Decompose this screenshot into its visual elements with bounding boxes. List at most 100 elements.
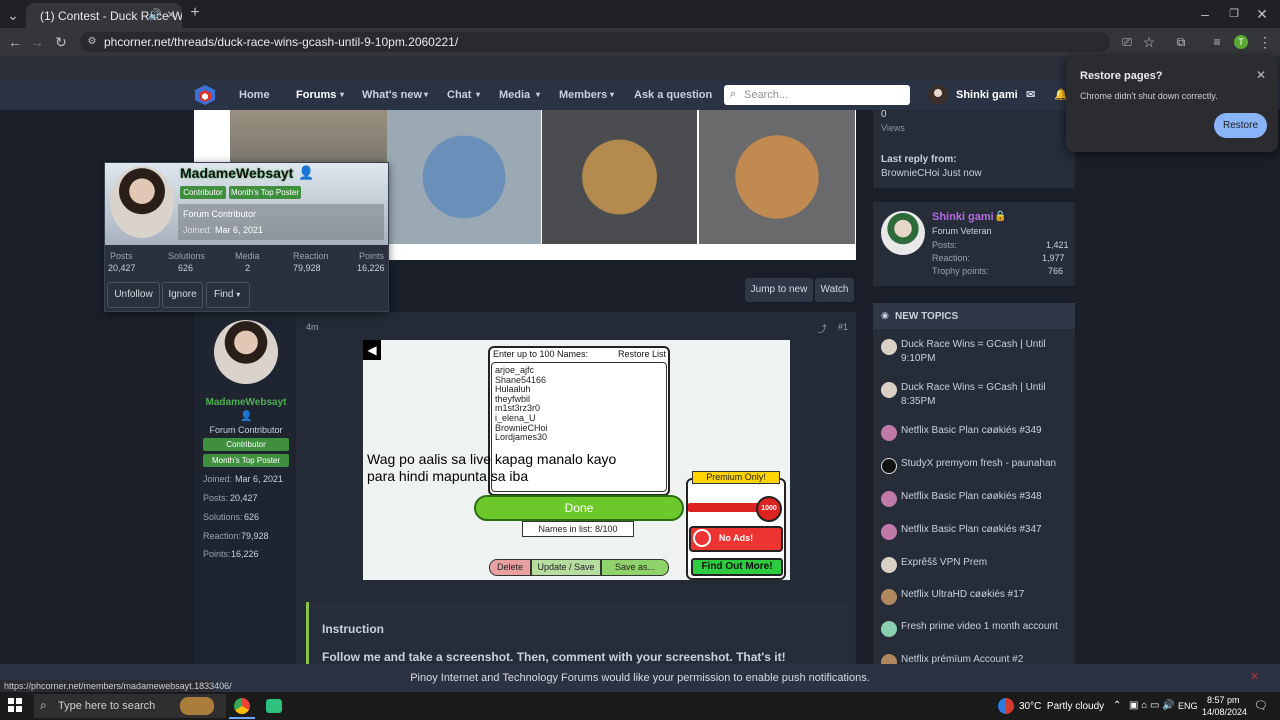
topic-avatar[interactable] (881, 382, 897, 398)
nav-username[interactable]: Shinki gami (956, 89, 1018, 101)
clock-date[interactable]: 14/08/2024 (1202, 707, 1247, 717)
chevron-down-icon[interactable]: ▾ (340, 90, 344, 99)
bookmark-star-icon[interactable]: ☆ (1140, 32, 1158, 52)
topic-avatar[interactable] (881, 425, 897, 441)
close-icon[interactable]: ✕ (1250, 670, 1259, 683)
topic-link[interactable]: Duck Race Wins = GCash | Until 8:35PM (901, 381, 1069, 409)
search-input[interactable]: Search... (724, 85, 910, 105)
topic-link[interactable]: Netflix Basic Plan cøøkiés #349 (901, 424, 1069, 438)
profile-name[interactable]: Shinki gami (932, 211, 994, 223)
topic-avatar[interactable] (881, 458, 897, 474)
weather-text[interactable]: 30°C Partly cloudy (1019, 701, 1104, 712)
topic-link[interactable]: Netflix Basic Plan cøøkiés #348 (901, 490, 1069, 504)
back-arrow-icon[interactable]: ◀ (363, 340, 381, 360)
chevron-down-icon[interactable]: ▾ (476, 90, 480, 99)
chrome-taskbar-icon[interactable] (234, 698, 250, 714)
nav-home[interactable]: Home (239, 89, 270, 101)
cast-icon[interactable]: ⎚ (1118, 32, 1136, 52)
close-window-icon[interactable]: ✕ (1252, 4, 1272, 24)
add-user-icon[interactable]: 👤 (240, 411, 252, 422)
site-logo[interactable] (194, 84, 216, 106)
nav-chat[interactable]: Chat (447, 89, 471, 101)
topic-avatar[interactable] (881, 524, 897, 540)
chars-badge: 1000 (756, 496, 782, 522)
extensions-icon[interactable]: ⧉ (1172, 32, 1190, 52)
ignore-button[interactable]: Ignore (162, 282, 203, 308)
nav-forums[interactable]: Forums (296, 89, 336, 101)
topic-link[interactable]: Fresh prime video 1 month account (901, 620, 1069, 634)
attachment-image[interactable] (387, 110, 541, 244)
language-indicator[interactable]: ENG (1178, 701, 1198, 711)
attachment-image[interactable] (542, 110, 697, 244)
tray-chevron-icon[interactable]: ⌃ (1113, 700, 1121, 711)
post-username[interactable]: MadameWebsayt (194, 397, 298, 408)
nav-ask-question[interactable]: Ask a question (634, 89, 712, 101)
nav-members[interactable]: Members (559, 89, 607, 101)
topic-avatar[interactable] (881, 339, 897, 355)
find-out-more-button[interactable]: Find Out More! (691, 558, 783, 576)
topic-link[interactable]: Netflix prémïum Account #2 (901, 653, 1069, 664)
windows-start-icon[interactable] (8, 698, 22, 712)
topic-link[interactable]: Netflix UltraHD cøøkiés #17 (901, 588, 1069, 602)
delete-button[interactable]: Delete (489, 559, 531, 576)
address-input[interactable]: phcorner.net/threads/duck-race-wins-gcas… (80, 32, 1110, 52)
done-button[interactable]: Done (474, 495, 684, 521)
restore-button[interactable]: Restore (1214, 113, 1267, 138)
media-controls-icon[interactable]: ≡ (1208, 32, 1226, 52)
add-user-icon[interactable]: 👤 (298, 165, 314, 181)
close-icon[interactable]: ✕ (1256, 68, 1266, 82)
share-icon[interactable]: ⤴ (818, 322, 827, 335)
nav-whats-new[interactable]: What's new (362, 89, 422, 101)
last-reply-value[interactable]: BrownieCHoi Just now (881, 168, 982, 179)
mail-icon[interactable]: ✉ (1026, 88, 1035, 101)
site-info-icon[interactable]: ⚙ (84, 32, 100, 52)
chevron-down-icon: ▾ (236, 290, 241, 299)
chevron-down-icon[interactable]: ▾ (610, 90, 614, 99)
post-time[interactable]: 4m (306, 322, 319, 332)
nav-media[interactable]: Media (499, 89, 530, 101)
topic-link[interactable]: Netflix Basic Plan cøøkiés #347 (901, 523, 1069, 537)
forward-icon[interactable]: → (28, 32, 46, 52)
topic-avatar[interactable] (881, 621, 897, 637)
topic-link[interactable]: Duck Race Wins = GCash | Until 9:10PM (901, 338, 1069, 366)
tray-icons[interactable]: ▣ ⌂ ▭ 🔊 (1129, 700, 1175, 711)
post-number[interactable]: #1 (838, 322, 848, 332)
tooltip-stat-value: 2 (245, 263, 251, 273)
save-as-button[interactable]: Save as... (601, 559, 669, 576)
profile-avatar-large[interactable] (881, 211, 925, 255)
topic-avatar[interactable] (881, 491, 897, 507)
post-avatar[interactable] (214, 320, 278, 384)
topic-avatar[interactable] (881, 557, 897, 573)
topic-link[interactable]: StudyX premyom fresh - paunahan (901, 457, 1069, 471)
attachment-image[interactable] (699, 110, 855, 244)
user-avatar[interactable] (928, 85, 948, 105)
speaker-icon[interactable]: 🔊 (148, 5, 162, 25)
new-tab-icon[interactable]: + (186, 3, 204, 23)
reload-icon[interactable]: ↻ (52, 32, 70, 52)
clock-time[interactable]: 8:57 pm (1207, 695, 1240, 705)
tooltip-avatar[interactable] (110, 166, 174, 238)
tab-list-icon[interactable]: ⌄ (4, 5, 22, 23)
unfollow-button[interactable]: Unfollow (107, 282, 160, 308)
restore-window-icon[interactable]: ❐ (1224, 4, 1244, 24)
update-save-button[interactable]: Update / Save (531, 559, 601, 576)
back-icon[interactable]: ← (6, 32, 24, 52)
restore-list-button[interactable]: Restore List (618, 349, 666, 359)
profile-avatar[interactable]: T (1234, 35, 1248, 49)
profile-stat-label: Trophy points: (932, 266, 989, 276)
topic-link[interactable]: Exprêšš VPN Prem (901, 556, 1069, 570)
chevron-down-icon[interactable]: ▾ (424, 90, 428, 99)
weather-icon[interactable] (998, 698, 1014, 714)
watch-button[interactable]: Watch (815, 278, 854, 302)
find-button[interactable]: Find ▾ (206, 282, 250, 308)
jump-to-new-button[interactable]: Jump to new (745, 278, 813, 302)
tooltip-username[interactable]: MadameWebsayt (180, 165, 293, 181)
minimize-icon[interactable]: – (1195, 4, 1215, 24)
menu-icon[interactable]: ⋮ (1256, 32, 1274, 52)
app-taskbar-icon[interactable] (266, 699, 282, 713)
tab-close-icon[interactable]: × (164, 4, 178, 24)
topic-avatar[interactable] (881, 589, 897, 605)
topics-icon: ◉ (881, 310, 889, 320)
chevron-down-icon[interactable]: ▾ (536, 90, 540, 99)
notification-center-icon[interactable]: 🗨 (1254, 699, 1268, 712)
